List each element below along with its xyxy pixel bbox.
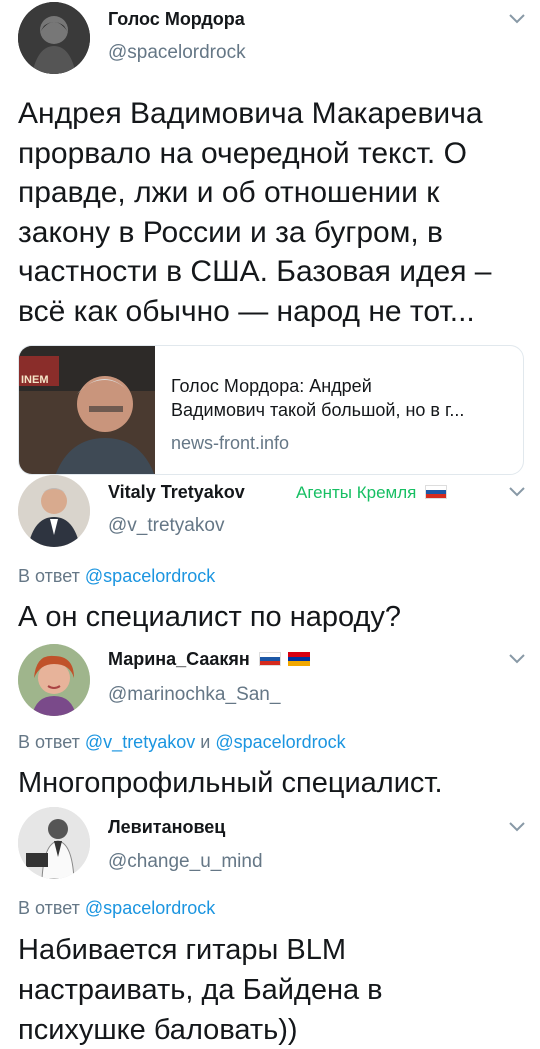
flag-ru-icon	[258, 652, 281, 666]
avatar-image	[18, 2, 90, 74]
tweet-text-line: прорвало на очередной текст. О	[18, 136, 467, 170]
chevron-down-icon[interactable]	[506, 652, 528, 666]
author-name[interactable]: Левитановец	[108, 817, 225, 838]
card-title: Голос Мордора: Андрей Вадимович такой бо…	[171, 374, 511, 422]
reply-prefix: В ответ	[18, 732, 80, 752]
tweet-text-line: настраивать, да Байдена в	[18, 974, 383, 1006]
author-handle[interactable]: @v_tretyakov	[108, 515, 224, 537]
avatar[interactable]	[18, 2, 90, 74]
reply-context: В ответ @v_tretyakov и @spacelordrock	[18, 732, 346, 753]
chevron-down-icon[interactable]	[506, 820, 528, 834]
avatar[interactable]	[18, 807, 90, 879]
badge-label: Агенты Кремля	[296, 483, 417, 502]
flag-am-icon	[287, 652, 310, 666]
tweet-main: Голос Мордора @spacelordrock Андрея Вади…	[0, 0, 540, 480]
tweet-text-line: Набивается гитары BLM	[18, 934, 346, 966]
link-card[interactable]: ІNEM Голос Мордора: Андрей Вадимович так…	[18, 345, 524, 475]
tweet-text: Андрея Вадимовича Макаревича прорвало на…	[18, 94, 491, 331]
reply-tweet: Левитановец @change_u_mind В ответ @spac…	[0, 805, 540, 1049]
card-domain: news-front.info	[171, 433, 290, 453]
chevron-down-icon[interactable]	[506, 485, 528, 499]
chevron-down-icon[interactable]	[506, 12, 528, 26]
card-image: ІNEM	[19, 346, 155, 474]
reply-tweet: Vitaly Tretyakov Агенты Кремля @v_tretya…	[0, 470, 540, 640]
author-handle[interactable]: @marinochka_San_	[108, 684, 280, 706]
card-image-caption: ІNEM	[21, 374, 49, 386]
tweet-text-line: частности в США. Базовая идея –	[18, 255, 492, 288]
tweet-text: Набивается гитары BLM настраивать, да Ба…	[18, 930, 383, 1049]
author-handle[interactable]: @spacelordrock	[108, 42, 246, 64]
tweet-text-line: правде, лжи и об отношении к	[18, 176, 440, 209]
tweet-text-line: психушке баловать))	[18, 1014, 298, 1046]
reply-prefix: В ответ	[18, 566, 80, 586]
reply-tweet: Марина_Саакян @marinochka_San_ В ответ @…	[0, 640, 540, 810]
flag-ru-icon	[425, 485, 448, 499]
tweet-text-line: закону в России и за бугром, в	[18, 215, 443, 249]
affiliation-badge: Агенты Кремля	[296, 483, 448, 503]
reply-mention[interactable]: @v_tretyakov	[85, 732, 195, 752]
author-name[interactable]: Vitaly Tretyakov	[108, 482, 245, 503]
author-name[interactable]: Голос Мордора	[108, 9, 245, 30]
tweet-text: Многопрофильный специалист.	[18, 767, 443, 799]
reply-mention[interactable]: @spacelordrock	[215, 732, 345, 752]
avatar[interactable]	[18, 644, 90, 716]
tweet-text: А он специалист по народу?	[18, 601, 402, 633]
avatar[interactable]	[18, 475, 90, 547]
reply-context: В ответ @spacelordrock	[18, 566, 215, 587]
card-title-line: Голос Мордора: Андрей	[171, 376, 372, 396]
author-name-text: Марина_Саакян	[108, 649, 250, 669]
reply-mention[interactable]: @spacelordrock	[85, 898, 215, 918]
reply-mention[interactable]: @spacelordrock	[85, 566, 215, 586]
tweet-text-line: всё как обычно — народ не тот...	[18, 294, 475, 328]
reply-prefix: В ответ	[18, 898, 80, 918]
reply-context: В ответ @spacelordrock	[18, 898, 215, 919]
author-handle[interactable]: @change_u_mind	[108, 851, 263, 873]
author-name[interactable]: Марина_Саакян	[108, 649, 310, 670]
avatar-image	[18, 475, 90, 547]
card-title-line: Вадимович такой большой, но в г...	[171, 400, 465, 420]
reply-conjunction: и	[200, 732, 211, 752]
avatar-image	[18, 807, 90, 879]
avatar-image	[18, 644, 90, 716]
tweet-text-line: Андрея Вадимовича Макаревича	[18, 97, 483, 130]
